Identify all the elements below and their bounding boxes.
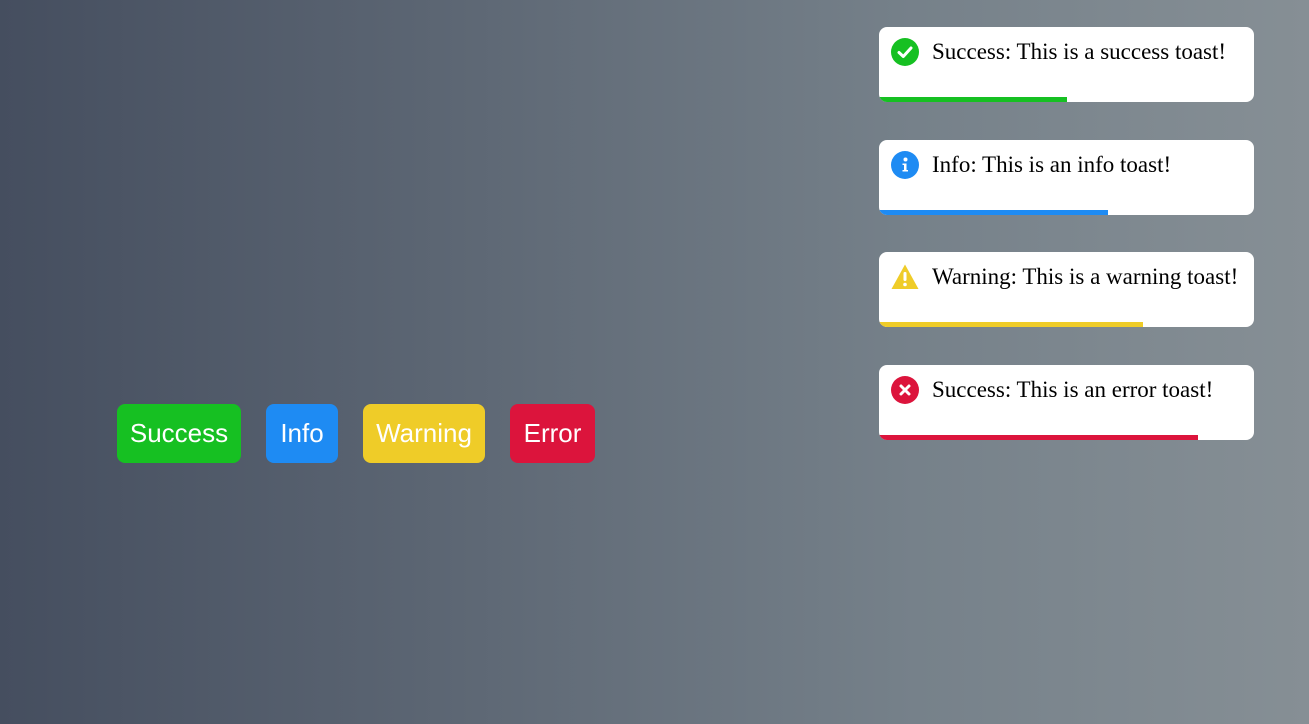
toast-trigger-buttons: Success Info Warning Error — [117, 404, 595, 463]
warning-toast[interactable]: Warning: This is a warning toast! — [879, 252, 1254, 327]
warning-triangle-icon — [891, 264, 919, 289]
error-circle-icon — [891, 375, 919, 404]
toast-progress-bar — [879, 322, 1144, 327]
toast-message: Success: This is a success toast! — [932, 39, 1227, 64]
warning-button[interactable]: Warning — [363, 404, 485, 463]
error-toast[interactable]: Success: This is an error toast! — [879, 364, 1254, 440]
toast-progress-bar — [879, 97, 1067, 102]
toast-message: Warning: This is a warning toast! — [932, 264, 1239, 289]
info-circle-icon — [891, 150, 919, 179]
toast-message: Success: This is an error toast! — [932, 376, 1214, 402]
info-button[interactable]: Info — [266, 404, 338, 463]
check-circle-icon — [891, 38, 919, 66]
toast-progress-bar — [879, 209, 1108, 215]
toast-message: Info: This is an info toast! — [932, 151, 1172, 177]
info-toast[interactable]: Info: This is an info toast! — [879, 139, 1254, 215]
error-button[interactable]: Error — [510, 404, 595, 463]
success-button[interactable]: Success — [117, 404, 241, 463]
toast-progress-bar — [879, 434, 1198, 440]
success-toast[interactable]: Success: This is a success toast! — [879, 27, 1254, 102]
toast-container: Success: This is a success toast! Info: … — [879, 27, 1254, 477]
